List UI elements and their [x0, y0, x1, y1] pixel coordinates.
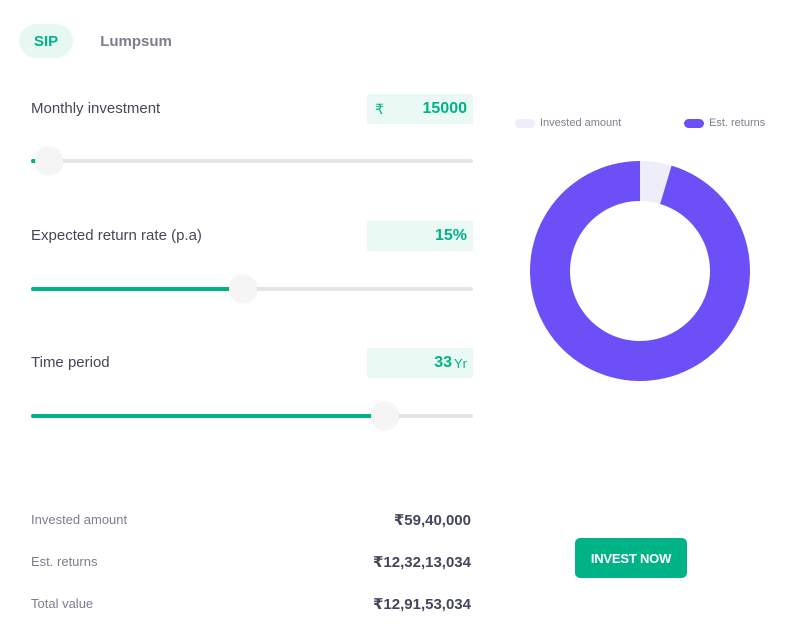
legend-swatch-invested — [515, 118, 535, 128]
summary-returns-label: Est. returns — [31, 554, 98, 569]
tab-sip[interactable]: SIP — [19, 24, 74, 58]
rupee-prefix: ₹ — [375, 100, 384, 117]
monthly-investment-value: 15000 — [422, 100, 468, 117]
slider-track — [31, 159, 473, 163]
summary-total-value: ₹12,91,53,034 — [372, 596, 471, 613]
summary-returns-value: ₹12,32,13,034 — [372, 554, 471, 571]
returns-donut-chart — [530, 161, 750, 381]
tab-lumpsum[interactable]: Lumpsum — [85, 24, 187, 58]
time-period-input[interactable]: 33 Yr — [367, 348, 473, 378]
legend-swatch-returns — [684, 118, 704, 128]
return-rate-input[interactable]: 15% — [367, 221, 473, 251]
return-rate-value: 15% — [434, 227, 467, 244]
legend-returns: Est. returns — [684, 117, 765, 129]
slider-thumb[interactable] — [34, 147, 63, 175]
time-period-value: 33 — [434, 354, 452, 371]
monthly-investment-label: Monthly investment — [31, 100, 161, 117]
summary-invested-label: Invested amount — [31, 512, 128, 527]
time-period-label: Time period — [31, 354, 110, 371]
return-rate-label: Expected return rate (p.a) — [31, 227, 202, 244]
legend-label-returns: Est. returns — [709, 117, 766, 129]
donut-slice-returns — [530, 161, 750, 381]
slider-fill — [31, 414, 385, 418]
time-period-slider[interactable] — [31, 402, 473, 430]
slider-thumb[interactable] — [229, 275, 258, 303]
summary-total-label: Total value — [31, 596, 94, 611]
mode-tabs: SIP Lumpsum — [19, 24, 187, 58]
monthly-investment-input[interactable]: ₹ 15000 — [367, 94, 473, 124]
return-rate-slider[interactable] — [31, 275, 473, 303]
legend-label-invested: Invested amount — [540, 117, 622, 129]
summary-invested-value: ₹59,40,000 — [393, 512, 471, 529]
legend-invested: Invested amount — [515, 117, 621, 129]
slider-thumb[interactable] — [370, 402, 399, 430]
slider-fill — [31, 287, 244, 291]
invest-now-button[interactable]: INVEST NOW — [575, 538, 687, 578]
years-suffix: Yr — [454, 355, 467, 371]
monthly-investment-slider[interactable] — [31, 147, 473, 175]
